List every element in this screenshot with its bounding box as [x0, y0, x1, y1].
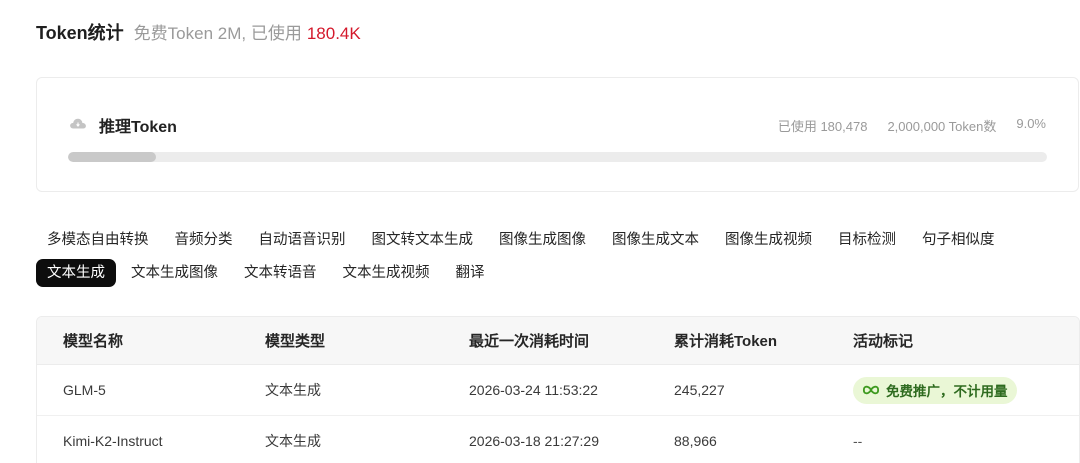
usage-progress-bar — [68, 152, 1047, 162]
model-usage-table: 模型名称 模型类型 最近一次消耗时间 累计消耗Token 活动标记 GLM-5 … — [36, 316, 1080, 463]
header-model-type: 模型类型 — [265, 333, 326, 350]
tab-row: 多模态自由转换 音频分类 自动语音识别 图文转文本生成 图像生成图像 图像生成文本 图像生成… — [36, 225, 1080, 254]
tab-row2-0[interactable]: 文本生成 — [36, 258, 116, 287]
tab-row1-7[interactable]: 目标检测 — [827, 226, 907, 254]
total-tokens: 88,966 — [674, 433, 717, 449]
model-type: 文本生成 — [265, 382, 321, 398]
tab-row1-4[interactable]: 图像生成图像 — [488, 226, 597, 254]
table-header: 模型名称 模型类型 最近一次消耗时间 累计消耗Token 活动标记 — [37, 317, 1079, 365]
tab-row2-4[interactable]: 翻译 — [445, 259, 496, 287]
card-title: 推理Token — [99, 119, 177, 136]
tab-row1-2[interactable]: 自动语音识别 — [248, 226, 357, 254]
model-type: 文本生成 — [265, 433, 321, 449]
page-header: Token统计 免费Token 2M, 已使用 180.4K — [36, 19, 361, 45]
header-model-name: 模型名称 — [63, 333, 124, 350]
tab-row1-8[interactable]: 句子相似度 — [911, 226, 1006, 254]
tab-row2-1[interactable]: 文本生成图像 — [120, 259, 229, 287]
tab-row1-5[interactable]: 图像生成文本 — [601, 226, 710, 254]
tab-row2-2[interactable]: 文本转语音 — [233, 259, 328, 287]
infinity-icon — [862, 385, 880, 395]
last-used-time: 2026-03-18 21:27:29 — [469, 433, 599, 449]
activity-badge: 免费推广，不计用量 — [853, 376, 1017, 404]
model-name: Kimi-K2-Instruct — [63, 433, 163, 449]
header-last-used: 最近一次消耗时间 — [469, 333, 590, 350]
activity-tag-empty: -- — [853, 433, 863, 449]
tab-row1-3[interactable]: 图文转文本生成 — [361, 226, 485, 254]
usage-stats: 已使用 180,478 2,000,000 Token数 9.0% — [778, 116, 1046, 135]
model-name: GLM-5 — [63, 382, 106, 398]
inference-token-card: 推理Token 已使用 180,478 2,000,000 Token数 9.0… — [36, 77, 1079, 192]
total-tokens: 245,227 — [674, 382, 725, 398]
quota-summary: 免费Token 2M, 已使用 — [133, 24, 302, 43]
page-title: Token统计 — [36, 23, 124, 43]
used-amount: 180.4K — [306, 24, 361, 43]
cloud-icon — [70, 118, 86, 129]
usage-progress-fill — [68, 152, 157, 162]
activity-tag-label: 免费推广，不计用量 — [886, 384, 1008, 399]
used-count: 已使用 180,478 — [777, 119, 868, 134]
tab-row1-0[interactable]: 多模态自由转换 — [36, 226, 160, 254]
model-type-tabs: 多模态自由转换 音频分类 自动语音识别 图文转文本生成 图像生成图像 图像生成文本 图像生成… — [36, 225, 1080, 291]
tab-row1-6[interactable]: 图像生成视频 — [714, 226, 823, 254]
table-row[interactable]: Kimi-K2-Instruct 文本生成 2026-03-18 21:27:2… — [37, 416, 1079, 463]
last-used-time: 2026-03-24 11:53:22 — [469, 382, 598, 398]
header-activity-tag: 活动标记 — [853, 333, 914, 350]
tab-row1-1[interactable]: 音频分类 — [164, 226, 244, 254]
tab-row: 文本生成 文本生成图像 文本转语音 文本生成视频 翻译 — [36, 258, 1080, 287]
tab-row2-3[interactable]: 文本生成视频 — [332, 259, 441, 287]
header-total-tokens: 累计消耗Token — [674, 333, 778, 350]
table-row[interactable]: GLM-5 文本生成 2026-03-24 11:53:22 245,227 免… — [37, 365, 1079, 416]
total-count: 2,000,000 Token数 — [887, 119, 997, 134]
usage-percent: 9.0% — [1016, 116, 1046, 131]
